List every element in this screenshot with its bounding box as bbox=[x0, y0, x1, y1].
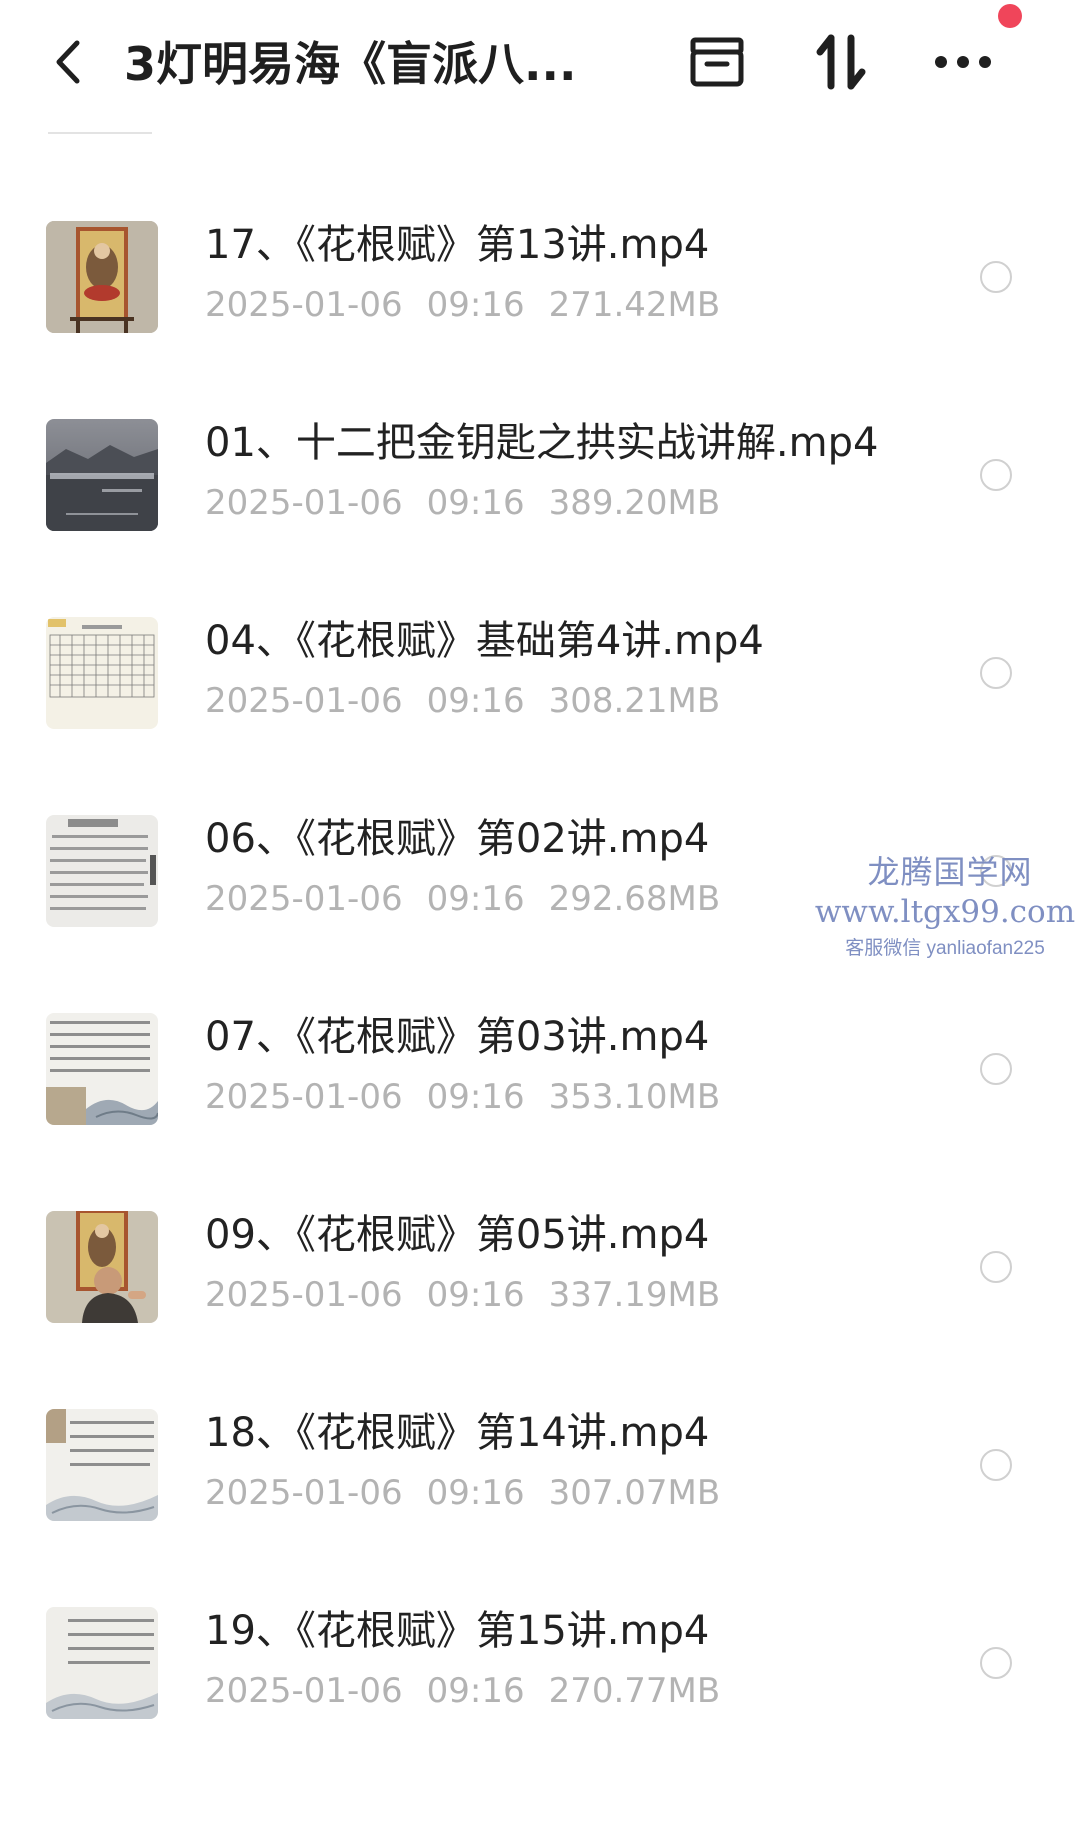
video-thumbnail bbox=[46, 419, 158, 531]
file-size: 271.42MB bbox=[548, 285, 721, 325]
file-date: 2025-01-06 bbox=[205, 1275, 403, 1315]
file-date: 2025-01-06 bbox=[205, 1671, 403, 1711]
video-thumbnail bbox=[46, 617, 158, 729]
file-name: 06、《花根赋》第02讲.mp4 bbox=[205, 816, 710, 862]
file-row[interactable]: 18、《花根赋》第14讲.mp4 2025-01-06 09:16 307.07MB bbox=[0, 1409, 1080, 1607]
file-date: 2025-01-06 bbox=[205, 681, 403, 721]
select-radio[interactable] bbox=[980, 1053, 1012, 1085]
select-radio[interactable] bbox=[980, 657, 1012, 689]
select-radio[interactable] bbox=[980, 261, 1012, 293]
file-meta: 2025-01-06 09:16 389.20MB bbox=[205, 481, 905, 525]
file-time: 09:16 bbox=[426, 879, 525, 919]
file-name: 09、《花根赋》第05讲.mp4 bbox=[205, 1212, 710, 1258]
video-thumbnail bbox=[46, 1607, 158, 1719]
file-name: 01、十二把金钥匙之拱实战讲解.mp4 bbox=[205, 420, 879, 466]
file-date: 2025-01-06 bbox=[205, 285, 403, 325]
file-date: 2025-01-06 bbox=[205, 1077, 403, 1117]
video-thumbnail bbox=[46, 1211, 158, 1323]
select-radio[interactable] bbox=[980, 1251, 1012, 1283]
file-time: 09:16 bbox=[426, 483, 525, 523]
file-name: 04、《花根赋》基础第4讲.mp4 bbox=[205, 618, 764, 664]
file-date: 2025-01-06 bbox=[205, 1473, 403, 1513]
file-name: 18、《花根赋》第14讲.mp4 bbox=[205, 1410, 710, 1456]
file-meta: 2025-01-06 09:16 337.19MB bbox=[205, 1273, 905, 1317]
file-size: 308.21MB bbox=[548, 681, 721, 721]
select-radio[interactable] bbox=[980, 1449, 1012, 1481]
file-size: 270.77MB bbox=[548, 1671, 721, 1711]
file-name: 07、《花根赋》第03讲.mp4 bbox=[205, 1014, 710, 1060]
video-thumbnail bbox=[46, 221, 158, 333]
file-time: 09:16 bbox=[426, 285, 525, 325]
file-time: 09:16 bbox=[426, 1473, 525, 1513]
file-list: 17、《花根赋》第13讲.mp4 2025-01-06 09:16 271.42MB bbox=[0, 0, 1080, 1846]
file-time: 09:16 bbox=[426, 1275, 525, 1315]
file-row[interactable]: 06、《花根赋》第02讲.mp4 2025-01-06 09:16 292.68MB bbox=[0, 815, 1080, 1013]
file-meta: 2025-01-06 09:16 271.42MB bbox=[205, 283, 905, 327]
file-time: 09:16 bbox=[426, 681, 525, 721]
file-size: 307.07MB bbox=[548, 1473, 721, 1513]
video-thumbnail bbox=[46, 1013, 158, 1125]
file-row[interactable]: 04、《花根赋》基础第4讲.mp4 2025-01-06 09:16 308.21M… bbox=[0, 617, 1080, 815]
file-meta: 2025-01-06 09:16 270.77MB bbox=[205, 1669, 905, 1713]
file-meta: 2025-01-06 09:16 307.07MB bbox=[205, 1471, 905, 1515]
file-size: 292.68MB bbox=[548, 879, 721, 919]
file-time: 09:16 bbox=[426, 1671, 525, 1711]
file-row[interactable]: 09、《花根赋》第05讲.mp4 2025-01-06 09:16 337.19MB bbox=[0, 1211, 1080, 1409]
select-radio[interactable] bbox=[980, 459, 1012, 491]
file-name: 17、《花根赋》第13讲.mp4 bbox=[205, 222, 710, 268]
file-meta: 2025-01-06 09:16 308.21MB bbox=[205, 679, 905, 723]
file-size: 353.10MB bbox=[548, 1077, 721, 1117]
file-date: 2025-01-06 bbox=[205, 483, 403, 523]
file-row[interactable]: 07、《花根赋》第03讲.mp4 2025-01-06 09:16 353.10MB bbox=[0, 1013, 1080, 1211]
file-row[interactable]: 01、十二把金钥匙之拱实战讲解.mp4 2025-01-06 09:16 389.2… bbox=[0, 419, 1080, 617]
file-meta: 2025-01-06 09:16 292.68MB bbox=[205, 877, 905, 921]
file-date: 2025-01-06 bbox=[205, 879, 403, 919]
file-size: 337.19MB bbox=[548, 1275, 721, 1315]
select-radio[interactable] bbox=[980, 1647, 1012, 1679]
file-name: 19、《花根赋》第15讲.mp4 bbox=[205, 1608, 710, 1654]
file-size: 389.20MB bbox=[548, 483, 721, 523]
file-meta: 2025-01-06 09:16 353.10MB bbox=[205, 1075, 905, 1119]
file-row[interactable]: 17、《花根赋》第13讲.mp4 2025-01-06 09:16 271.42MB bbox=[0, 221, 1080, 419]
video-thumbnail bbox=[46, 815, 158, 927]
select-radio[interactable] bbox=[980, 855, 1012, 887]
video-thumbnail bbox=[46, 1409, 158, 1521]
file-row[interactable]: 19、《花根赋》第15讲.mp4 2025-01-06 09:16 270.77MB bbox=[0, 1607, 1080, 1805]
file-time: 09:16 bbox=[426, 1077, 525, 1117]
